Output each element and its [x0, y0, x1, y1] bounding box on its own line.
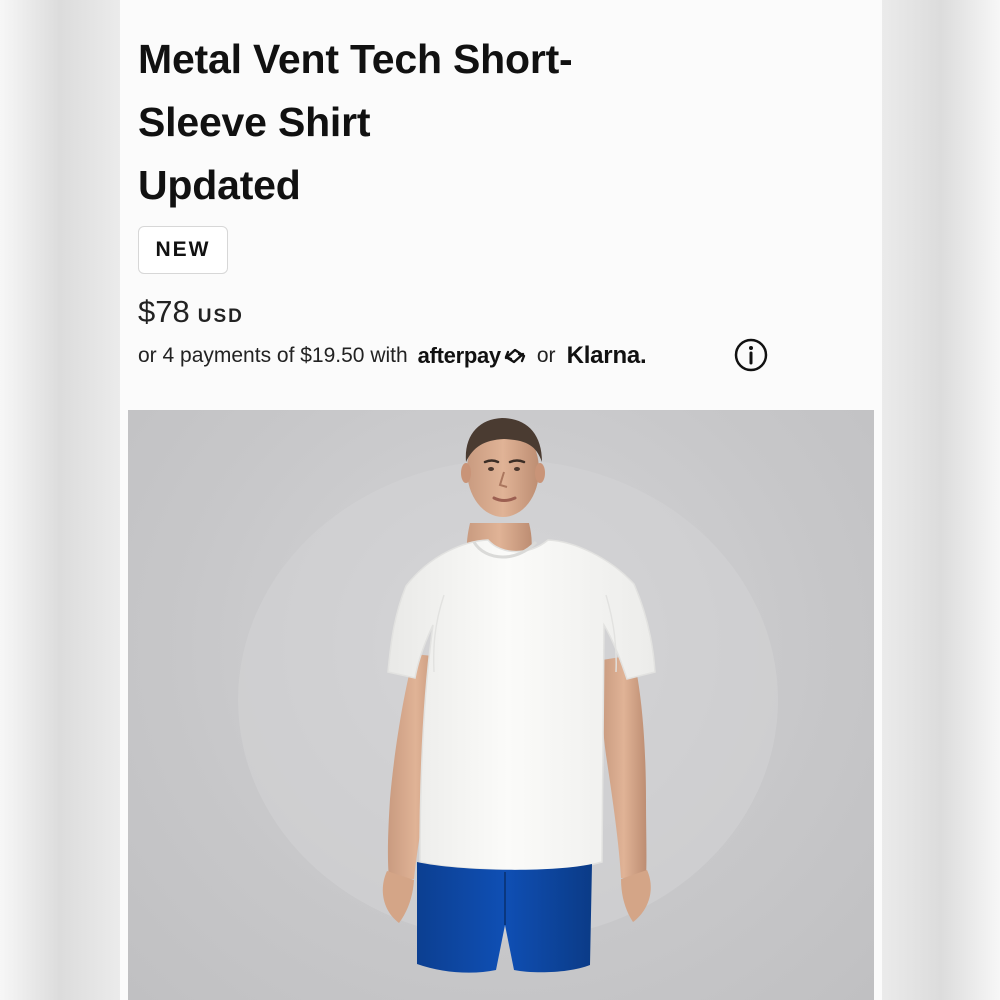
installment-text: or 4 payments of $19.50 with	[138, 344, 408, 367]
installment-payment-row: or 4 payments of $19.50 with afterpay or…	[138, 339, 647, 373]
price-currency: USD	[197, 306, 244, 327]
product-title-line-2: Sleeve Shirt	[138, 99, 371, 145]
payment-or-text: or	[536, 344, 556, 367]
info-icon[interactable]	[734, 338, 768, 372]
product-card: Metal Vent Tech Short- Sleeve Shirt Upda…	[120, 0, 882, 1000]
product-title: Metal Vent Tech Short- Sleeve Shirt Upda…	[138, 28, 698, 217]
klarna-logo[interactable]: Klarna.	[567, 342, 647, 370]
right-blurred-background	[882, 0, 1000, 1000]
product-title-line-3: Updated	[138, 162, 301, 208]
afterpay-logo[interactable]: afterpay	[418, 343, 527, 369]
new-badge: NEW	[138, 226, 228, 274]
price-row: $78 USD	[138, 294, 244, 330]
product-photo[interactable]	[128, 410, 874, 1000]
product-price: $78	[138, 294, 190, 329]
afterpay-label: afterpay	[417, 343, 502, 368]
afterpay-arrows-icon	[504, 348, 526, 364]
product-title-line-1: Metal Vent Tech Short-	[138, 36, 573, 82]
left-blurred-background	[0, 0, 120, 1000]
model-illustration	[238, 418, 778, 973]
